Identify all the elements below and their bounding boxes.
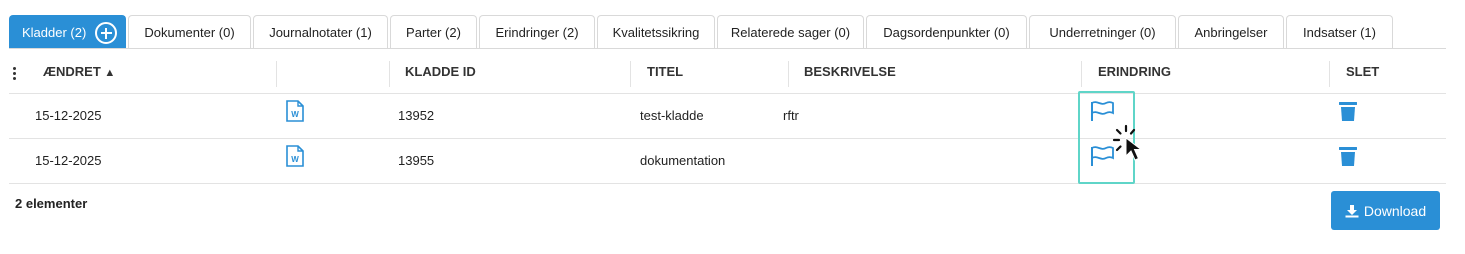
tab-parter[interactable]: Parter (2) [390, 15, 477, 49]
download-icon [1345, 204, 1359, 217]
column-header-label: ÆNDRET [43, 64, 101, 79]
tab-label: Relaterede sager (0) [730, 25, 851, 40]
column-divider [1081, 61, 1082, 87]
cell-draft-id: 13952 [398, 108, 435, 123]
cell-description: rftr [783, 108, 799, 123]
table-row: 15-12-2025 W 13955 dokumentation [9, 139, 1446, 184]
table-row: 15-12-2025 W 13952 test-kladde rftr [9, 94, 1446, 139]
cell-title: dokumentation [640, 153, 726, 168]
tab-journalnotater[interactable]: Journalnotater (1) [253, 15, 388, 49]
download-label: Download [1363, 202, 1427, 219]
cell-changed: 15-12-2025 [35, 153, 102, 168]
tab-label: Dokumenter (0) [144, 25, 235, 40]
tab-label: Kvalitetssikring [612, 25, 700, 40]
mouse-cursor-icon [1112, 124, 1143, 161]
svg-text:W: W [291, 155, 299, 164]
tab-kladder[interactable]: Kladder (2) [9, 15, 126, 49]
sort-ascending-icon: ▲ [104, 67, 116, 79]
tab-label: Underretninger (0) [1049, 25, 1156, 40]
column-divider [276, 61, 277, 87]
tab-kvalitetssikring[interactable]: Kvalitetssikring [597, 15, 715, 49]
tab-dagsordenpunkter[interactable]: Dagsordenpunkter (0) [866, 15, 1027, 49]
tab-indsatser[interactable]: Indsatser (1) [1286, 15, 1393, 49]
download-button[interactable]: Download [1331, 191, 1440, 230]
cell-changed: 15-12-2025 [35, 108, 102, 123]
tab-label: Kladder (2) [22, 25, 87, 40]
svg-text:W: W [291, 110, 299, 119]
cell-draft-id: 13955 [398, 153, 435, 168]
tab-label: Parter (2) [406, 25, 461, 40]
tab-label: Journalnotater (1) [269, 25, 372, 40]
item-count: 2 elementer [15, 196, 88, 211]
tab-label: Indsatser (1) [1303, 25, 1376, 40]
column-divider [788, 61, 789, 87]
cell-title: test-kladde [640, 108, 704, 123]
column-divider [630, 61, 631, 87]
column-header-draft-id: KLADDE ID [405, 64, 476, 79]
column-header-delete: SLET [1346, 64, 1380, 79]
tab-bar: Kladder (2) Dokumenter (0) Journalnotate… [9, 15, 1446, 49]
tab-underretninger[interactable]: Underretninger (0) [1029, 15, 1176, 49]
tab-label: Anbringelser [1194, 25, 1268, 40]
column-divider [389, 61, 390, 87]
tab-label: Dagsordenpunkter (0) [883, 25, 1010, 40]
word-document-icon[interactable]: W [286, 145, 304, 167]
column-header-description: BESKRIVELSE [804, 64, 896, 79]
column-header-title: TITEL [647, 64, 684, 79]
column-divider [1329, 61, 1330, 87]
table-header: ÆNDRET ▲ KLADDE ID TITEL BESKRIVELSE ERI… [9, 49, 1446, 94]
column-header-changed[interactable]: ÆNDRET ▲ [43, 64, 115, 79]
column-header-reminder: ERINDRING [1098, 64, 1171, 79]
trash-icon[interactable] [1338, 145, 1358, 167]
tab-label: Erindringer (2) [495, 25, 579, 40]
tab-anbringelser[interactable]: Anbringelser [1178, 15, 1284, 49]
word-document-icon[interactable]: W [286, 100, 304, 122]
tab-erindringer[interactable]: Erindringer (2) [479, 15, 595, 49]
plus-circle-icon[interactable] [95, 22, 117, 44]
trash-icon[interactable] [1338, 100, 1358, 122]
kebab-menu-icon[interactable] [13, 67, 17, 81]
tab-relaterede-sager[interactable]: Relaterede sager (0) [717, 15, 864, 49]
tab-dokumenter[interactable]: Dokumenter (0) [128, 15, 251, 49]
